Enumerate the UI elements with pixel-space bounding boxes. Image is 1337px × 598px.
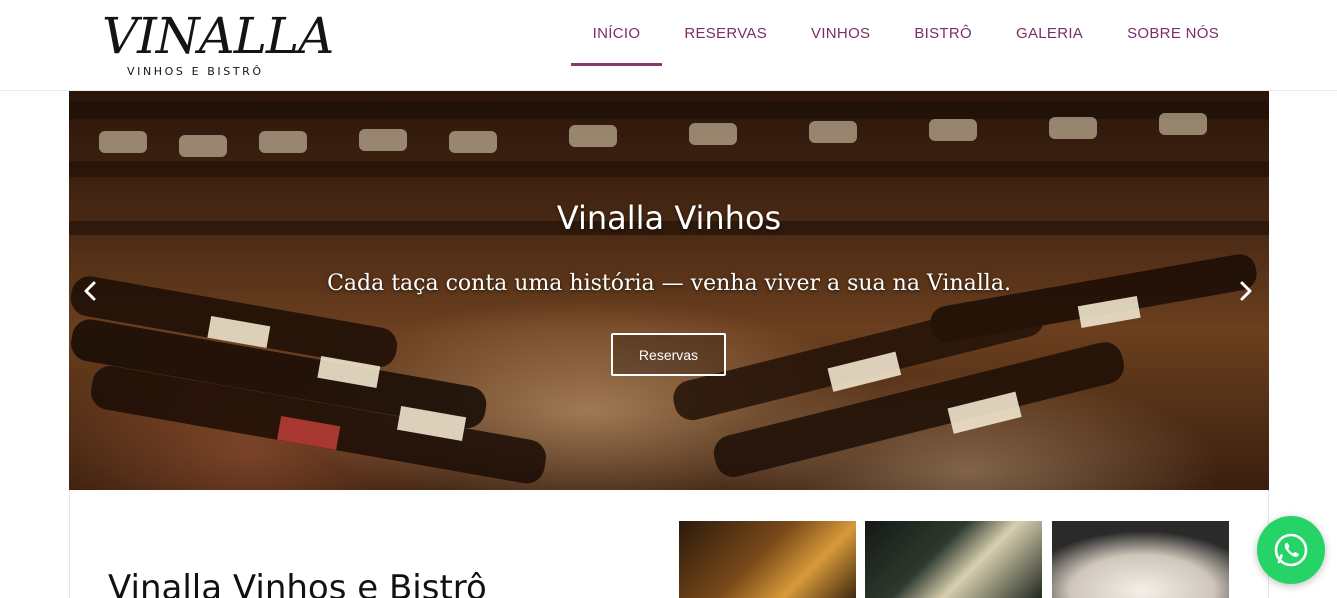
nav-item-reservas[interactable]: RESERVAS: [662, 0, 789, 66]
site-header: VINALLA VINHOS E BISTRÔ INÍCIO RESERVAS …: [0, 0, 1337, 91]
logo-wordmark: VINALLA: [102, 7, 334, 65]
gallery-thumbnail[interactable]: [1052, 521, 1229, 598]
whatsapp-icon: [1274, 533, 1308, 567]
nav-item-bistro[interactable]: BISTRÔ: [892, 0, 994, 66]
logo[interactable]: VINALLA VINHOS E BISTRÔ: [100, 8, 334, 80]
hero-title: Vinalla Vinhos: [556, 199, 782, 237]
hero-reservas-button[interactable]: Reservas: [611, 333, 726, 376]
section-title: Vinalla Vinhos e Bistrô: [108, 568, 487, 598]
nav-item-vinhos[interactable]: VINHOS: [789, 0, 892, 66]
intro-section: Vinalla Vinhos e Bistrô: [69, 490, 1269, 598]
main-nav: INÍCIO RESERVAS VINHOS BISTRÔ GALERIA SO…: [570, 0, 1241, 66]
gallery-thumbnail[interactable]: [679, 521, 856, 598]
nav-item-galeria[interactable]: GALERIA: [994, 0, 1105, 66]
chevron-right-icon[interactable]: [1233, 279, 1257, 303]
whatsapp-button[interactable]: [1257, 516, 1325, 584]
nav-item-sobre-nos[interactable]: SOBRE NÓS: [1105, 0, 1241, 66]
hero-subtitle: Cada taça conta uma história — venha viv…: [327, 271, 1011, 296]
chevron-left-icon[interactable]: [79, 279, 103, 303]
gallery-thumbnail[interactable]: [865, 521, 1042, 598]
hero-carousel: Vinalla Vinhos Cada taça conta uma histó…: [69, 91, 1269, 490]
nav-item-inicio[interactable]: INÍCIO: [570, 0, 663, 66]
logo-tagline: VINHOS E BISTRÔ: [127, 65, 264, 78]
